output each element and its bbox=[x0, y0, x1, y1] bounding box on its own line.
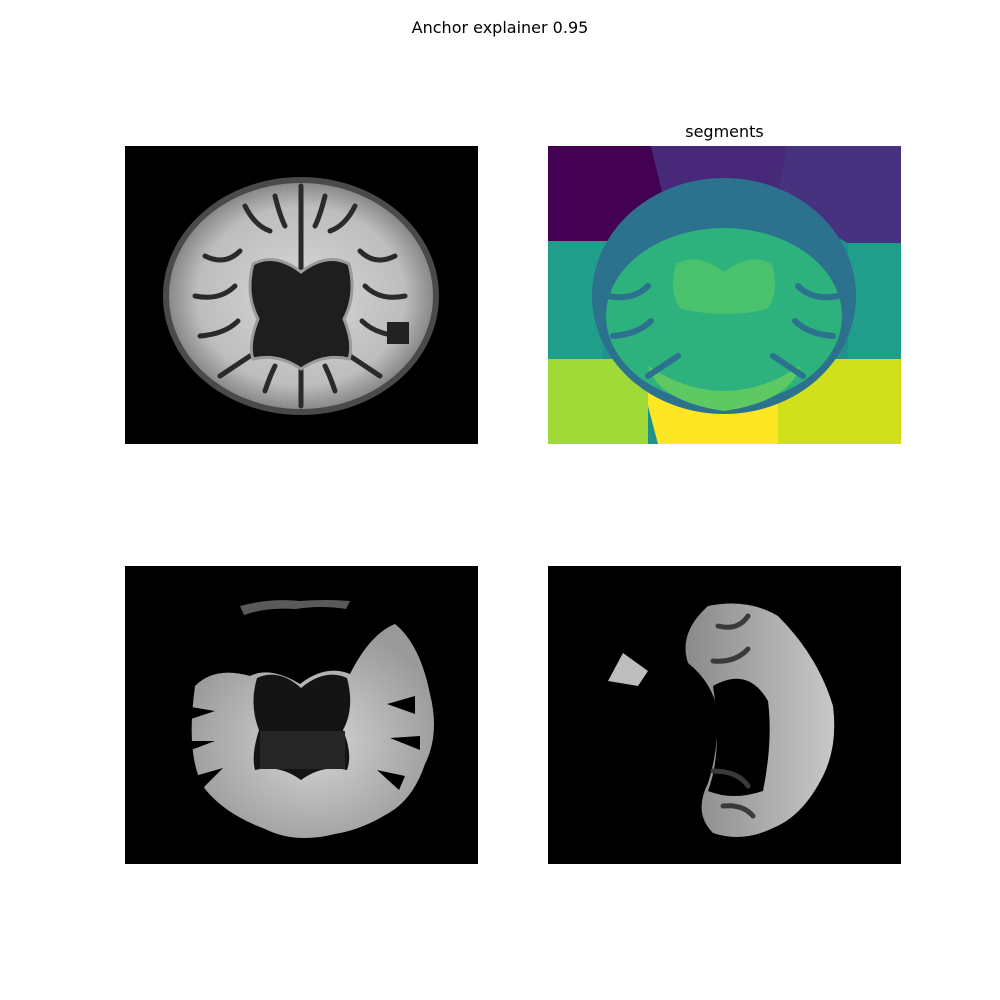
anchor-mask-image-left bbox=[125, 566, 478, 864]
segments-panel-title: segments bbox=[685, 122, 764, 141]
original-mri-image bbox=[125, 146, 478, 444]
segments-image bbox=[548, 146, 901, 444]
anchor-mask-image-right bbox=[548, 566, 901, 864]
figure-title: Anchor explainer 0.95 bbox=[411, 18, 589, 37]
